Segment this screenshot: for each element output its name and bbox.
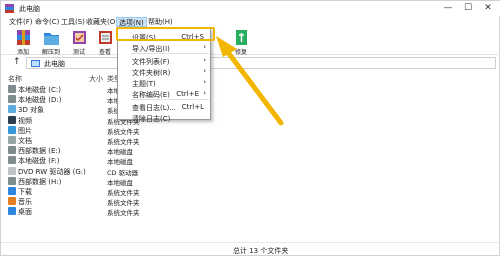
path-text: 此电脑	[44, 60, 65, 68]
menu-favorites[interactable]: 收藏夹(O)	[84, 17, 120, 27]
options-menu-item-shortcut: Ctrl+E	[176, 90, 199, 98]
minimize-button[interactable]: —	[438, 1, 458, 16]
submenu-arrow-icon: ›	[203, 89, 206, 97]
submenu-arrow-icon: ›	[203, 67, 206, 75]
add-archive-icon	[16, 30, 30, 45]
file-row[interactable]: 西部数据 (H:) 本地磁盘	[1, 176, 301, 187]
options-dropdown-menu: 设置(S)... Ctrl+S 导入/导出(I) › 文件列表(F) › 文件夹树(R) › 主…	[117, 28, 211, 123]
highlight-box	[116, 27, 215, 41]
toolbar: 添加 解压到 测试 查看 修复	[1, 28, 500, 56]
drive-icon	[8, 146, 16, 155]
address-bar: ↑ 此电脑	[1, 56, 500, 70]
file-row[interactable]: 西部数据 (E:) 本地磁盘	[1, 145, 301, 156]
file-row[interactable]: DVD RW 驱动器 (G:) CD 驱动器	[1, 166, 301, 177]
add-label: 添加	[16, 49, 29, 56]
options-menu-item[interactable]: 文件列表(F) ›	[118, 55, 210, 66]
menu-separator	[131, 53, 209, 54]
column-size[interactable]: 大小	[89, 74, 103, 84]
desktop-icon	[8, 207, 16, 216]
file-row[interactable]: 图片 系统文件夹	[1, 125, 301, 136]
menu-bar: 文件(F) 命令(C) 工具(S) 收藏夹(O) 选项(N) 帮助(H)	[1, 16, 500, 28]
file-row[interactable]: 文档 系统文件夹	[1, 135, 301, 146]
file-row[interactable]: 下载 系统文件夹	[1, 186, 301, 197]
maximize-button[interactable]: ☐	[458, 1, 478, 16]
file-name: 桌面	[18, 208, 32, 217]
menu-tools[interactable]: 工具(S)	[59, 17, 87, 27]
repair-label: 修复	[234, 49, 247, 56]
winrar-window: 此电脑 — ☐ ✕ 文件(F) 命令(C) 工具(S) 收藏夹(O) 选项(N)…	[0, 0, 500, 256]
view-label: 查看	[98, 49, 111, 56]
column-name[interactable]: 名称	[8, 74, 22, 84]
add-button[interactable]: 添加	[8, 29, 38, 56]
options-menu-item[interactable]: 文件夹树(R) ›	[118, 66, 210, 77]
menu-help[interactable]: 帮助(H)	[146, 17, 175, 27]
picture-icon	[8, 125, 16, 134]
test-icon	[72, 31, 86, 44]
computer-icon	[31, 60, 40, 67]
folder-3d-icon	[8, 105, 16, 114]
title-bar: 此电脑 — ☐ ✕	[1, 1, 500, 16]
drive-icon	[8, 176, 16, 185]
submenu-arrow-icon: ›	[203, 56, 206, 64]
path-field[interactable]: 此电脑	[26, 57, 496, 69]
winrar-app-icon	[5, 4, 14, 13]
drive-icon	[8, 85, 16, 93]
column-header: 名称 大小 类型	[1, 72, 500, 83]
menu-command[interactable]: 命令(C)	[33, 17, 61, 27]
document-icon	[8, 136, 16, 144]
submenu-arrow-icon: ›	[203, 43, 206, 51]
repair-button[interactable]: 修复	[226, 29, 256, 56]
extract-to-button[interactable]: 解压到	[36, 29, 66, 56]
menu-file[interactable]: 文件(F)	[7, 17, 35, 27]
repair-icon	[235, 30, 247, 45]
file-row[interactable]: 本地磁盘 (F:) 本地磁盘	[1, 155, 301, 166]
options-menu-item[interactable]: 查看日志(L)... Ctrl+L	[118, 101, 210, 112]
drive-icon	[8, 95, 16, 104]
extract-folder-icon	[43, 33, 59, 45]
options-menu-item[interactable]: 导入/导出(I) ›	[118, 42, 210, 53]
dvd-icon	[8, 166, 16, 175]
close-button[interactable]: ✕	[478, 1, 498, 16]
drive-icon	[8, 156, 16, 165]
video-icon	[8, 115, 16, 124]
submenu-arrow-icon: ›	[203, 78, 206, 86]
view-book-icon	[98, 31, 112, 44]
download-icon	[8, 187, 16, 195]
menu-options[interactable]: 选项(N)	[116, 17, 147, 27]
status-bar: 总计 13 个文件夹	[1, 242, 500, 256]
menu-separator	[131, 99, 209, 100]
file-row[interactable]: 桌面 系统文件夹	[1, 206, 301, 218]
options-menu-item-shortcut: Ctrl+L	[181, 103, 204, 111]
file-row[interactable]: 音乐 系统文件夹	[1, 196, 301, 207]
extract-to-label: 解压到	[41, 49, 60, 56]
up-arrow-icon[interactable]: ↑	[13, 57, 21, 67]
window-title: 此电脑	[19, 5, 40, 13]
options-menu-item-label: 清除日志(C)	[132, 115, 171, 123]
options-menu-item[interactable]: 清除日志(C)	[118, 112, 210, 123]
options-menu-item[interactable]: 名称编码(E) Ctrl+E ›	[118, 88, 210, 99]
options-menu-item[interactable]: 主题(T) ›	[118, 77, 210, 88]
file-type: 系统文件夹	[107, 209, 140, 218]
status-count: 总计 13 个文件夹	[233, 247, 289, 255]
music-icon	[8, 197, 16, 206]
